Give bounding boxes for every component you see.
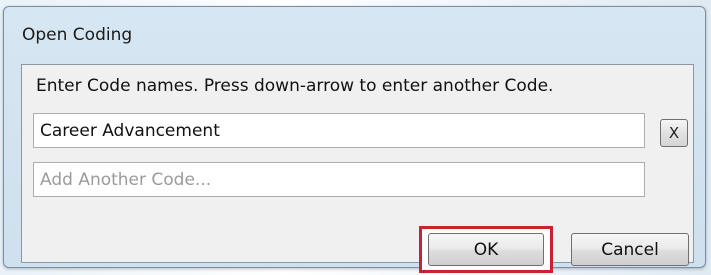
open-coding-dialog: Open Coding Enter Code names. Press down…: [3, 6, 706, 273]
remove-code-button[interactable]: X: [660, 119, 688, 147]
ok-button[interactable]: OK: [428, 233, 544, 266]
dialog-title: Open Coding: [22, 25, 133, 45]
screen: Open Coding Enter Code names. Press down…: [0, 0, 711, 275]
cancel-button[interactable]: Cancel: [571, 233, 689, 266]
add-another-code-input[interactable]: [33, 162, 645, 197]
code-name-input[interactable]: [33, 113, 645, 148]
instructions-text: Enter Code names. Press down-arrow to en…: [36, 76, 554, 96]
dialog-body: Enter Code names. Press down-arrow to en…: [21, 64, 694, 273]
